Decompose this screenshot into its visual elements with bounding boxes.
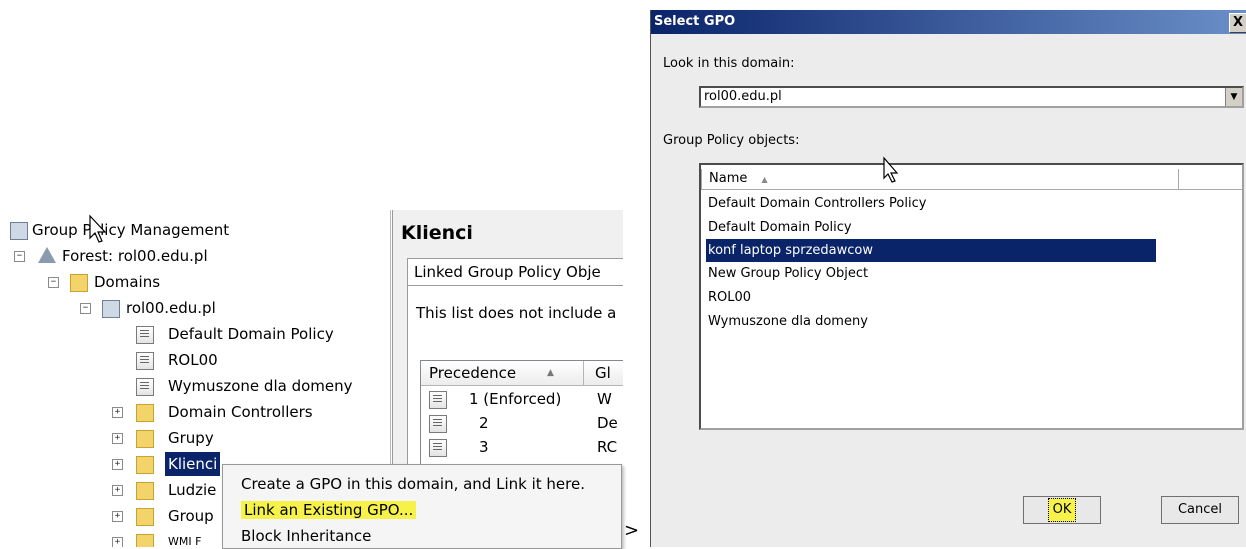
gpo-link-icon — [136, 326, 154, 344]
column-divider — [583, 361, 584, 385]
tree-domains-label: Domains — [94, 273, 161, 291]
expand-icon[interactable]: + — [112, 459, 123, 470]
dialog-title: Select GPO — [654, 14, 736, 29]
expand-icon[interactable]: + — [112, 485, 123, 496]
tree-root-label: Group Policy Management — [32, 221, 230, 239]
column-precedence[interactable]: Precedence — [429, 361, 516, 385]
expand-icon[interactable]: + — [112, 511, 123, 522]
gpo-list-label: Group Policy objects: — [663, 133, 800, 148]
tab-linked-gpo[interactable]: Linked Group Policy Obje — [407, 258, 623, 285]
row-name: W — [597, 390, 612, 408]
collapse-icon[interactable]: − — [14, 251, 25, 262]
menu-item-block-inheritance[interactable]: Block Inheritance — [241, 523, 371, 549]
domain-icon — [102, 300, 120, 318]
list-item-selected[interactable]: konf laptop sprzedawcow — [706, 239, 1156, 262]
ou-folder-icon — [136, 430, 154, 448]
enforced-gpo-link-icon — [136, 378, 154, 396]
row-name: RC — [597, 438, 618, 456]
ou-folder-icon — [136, 404, 154, 422]
list-item[interactable]: ROL00 — [706, 286, 751, 309]
mouse-cursor-icon — [89, 214, 107, 243]
tree-item-label: Wymuszone dla domeny — [168, 377, 353, 395]
gpo-link-icon — [136, 352, 154, 370]
list-item[interactable]: Wymuszone dla domeny — [706, 310, 868, 333]
tree-item-label: Group — [168, 507, 214, 525]
domain-select[interactable]: rol00.edu.pl ▼ — [699, 86, 1244, 108]
select-gpo-dialog: Select GPO X Look in this domain: rol00.… — [650, 10, 1246, 547]
gpo-icon — [429, 415, 447, 433]
expand-icon[interactable]: + — [112, 537, 123, 547]
column-gpo[interactable]: Gl — [595, 361, 611, 385]
look-in-label: Look in this domain: — [663, 56, 795, 71]
gpo-list-header: Name ▲ — [701, 169, 1242, 190]
gpo-icon — [429, 439, 447, 457]
domain-select-value: rol00.edu.pl — [704, 89, 782, 104]
tree-item-label: Domain Controllers — [168, 403, 313, 421]
mouse-cursor-icon — [883, 156, 899, 183]
sort-ascending-icon: ▲ — [547, 368, 554, 378]
table-row[interactable]: 3 RC — [421, 435, 623, 459]
menu-item-label: Link an Existing GPO... — [241, 501, 417, 519]
forest-icon — [38, 247, 56, 263]
expand-icon[interactable]: + — [112, 407, 123, 418]
tree-item-label: Grupy — [168, 429, 214, 447]
expand-icon[interactable]: + — [112, 433, 123, 444]
arrow-separator: > — [624, 520, 640, 541]
table-row[interactable]: 1 (Enforced) W — [421, 387, 623, 411]
tree-item-label: WMI F — [168, 535, 202, 547]
ok-button-label: OK — [1047, 498, 1077, 522]
panel-note: This list does not include a — [416, 304, 617, 322]
chevron-down-icon[interactable]: ▼ — [1225, 88, 1242, 106]
collapse-icon[interactable]: − — [48, 277, 59, 288]
domains-folder-icon — [70, 274, 88, 292]
menu-item-link-existing-gpo[interactable]: Link an Existing GPO... — [241, 497, 417, 523]
enforced-gpo-icon — [429, 391, 447, 409]
row-precedence: 1 (Enforced) — [469, 390, 562, 408]
ou-folder-icon — [136, 456, 154, 474]
wmi-folder-icon — [136, 534, 154, 547]
tree-item-label: ROL00 — [168, 351, 218, 369]
tree-domain-label: rol00.edu.pl — [126, 299, 216, 317]
tree-item-label: Ludzie — [168, 481, 217, 499]
list-item[interactable]: New Group Policy Object — [706, 262, 868, 285]
tree-item-label: Klienci — [165, 452, 221, 476]
sort-ascending-icon: ▲ — [761, 175, 768, 184]
list-item[interactable]: Default Domain Controllers Policy — [706, 192, 926, 215]
tree-item-label: Default Domain Policy — [168, 325, 334, 343]
list-header: Precedence ▲ Gl — [421, 361, 623, 386]
collapse-icon[interactable]: − — [80, 303, 91, 314]
list-item[interactable]: Default Domain Policy — [706, 216, 852, 239]
close-button[interactable]: X — [1229, 13, 1246, 33]
ou-folder-icon — [136, 482, 154, 500]
column-name-label: Name — [709, 171, 748, 186]
tree-forest-label: Forest: rol00.edu.pl — [62, 247, 208, 265]
row-precedence: 2 — [479, 414, 489, 432]
dialog-titlebar: Select GPO X — [651, 10, 1246, 34]
gpo-list[interactable]: Name ▲ Default Domain Controllers Policy… — [699, 163, 1244, 430]
table-row[interactable]: 2 De — [421, 411, 623, 435]
row-name: De — [597, 414, 618, 432]
panel-title: Klienci — [401, 222, 473, 244]
context-menu: Create a GPO in this domain, and Link it… — [222, 464, 622, 549]
row-precedence: 3 — [479, 438, 489, 456]
gpmc-icon — [10, 222, 28, 240]
ok-button[interactable]: OK — [1023, 496, 1101, 524]
menu-item-create-and-link-gpo[interactable]: Create a GPO in this domain, and Link it… — [241, 471, 585, 497]
gpo-folder-icon — [136, 508, 154, 526]
cancel-button[interactable]: Cancel — [1161, 496, 1239, 524]
column-name[interactable]: Name ▲ — [701, 169, 1179, 189]
